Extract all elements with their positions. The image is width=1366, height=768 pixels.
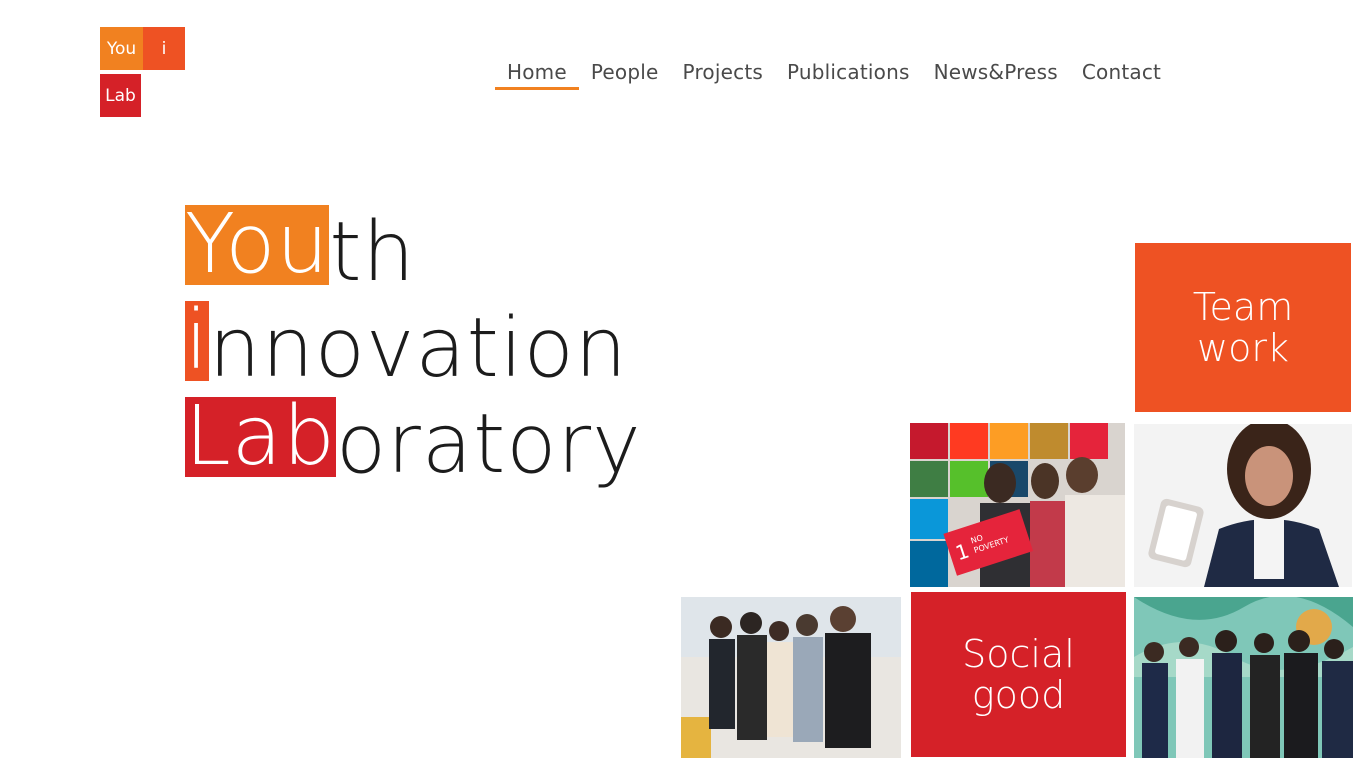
hero-line-innovation: innovation: [185, 293, 642, 397]
nav-projects[interactable]: Projects: [671, 58, 775, 88]
hero-highlight-lab: Lab: [185, 389, 336, 484]
main-nav: Home People Projects Publications News&P…: [495, 58, 1173, 90]
socialgood-tile[interactable]: Social good: [911, 592, 1126, 757]
hero-rest-oratory: oratory: [335, 397, 642, 492]
photo-team-group: [681, 597, 901, 758]
hero-rest-th: th: [329, 205, 416, 300]
photo-woman-phone: [1134, 424, 1352, 587]
hero-highlight-i: i: [185, 293, 209, 388]
photo-students-mural: [1134, 597, 1353, 758]
socialgood-line1: Social: [962, 631, 1075, 676]
logo-tile-i: i: [143, 27, 185, 70]
nav-home[interactable]: Home: [495, 58, 579, 90]
hero-line-laboratory: Laboratory: [185, 389, 642, 493]
teamwork-line2: work: [1197, 325, 1289, 370]
teamwork-tile[interactable]: Team work: [1135, 243, 1351, 412]
hero-title: Youth innovation Laboratory: [185, 197, 642, 493]
logo-tile-you: You: [100, 27, 143, 70]
hero-highlight-you: You: [185, 197, 330, 292]
logo-tile-lab: Lab: [100, 74, 141, 117]
logo[interactable]: You i Lab: [100, 27, 186, 118]
nav-publications[interactable]: Publications: [775, 58, 922, 88]
photo-sdg-group: 1 NO POVERTY: [910, 423, 1125, 587]
teamwork-line1: Team: [1192, 284, 1294, 329]
nav-contact[interactable]: Contact: [1070, 58, 1173, 88]
nav-news-press[interactable]: News&Press: [922, 58, 1070, 88]
hero-line-youth: Youth: [185, 197, 642, 301]
socialgood-line2: good: [971, 672, 1066, 717]
nav-people[interactable]: People: [579, 58, 671, 88]
hero-rest-nnovation: nnovation: [208, 301, 628, 396]
